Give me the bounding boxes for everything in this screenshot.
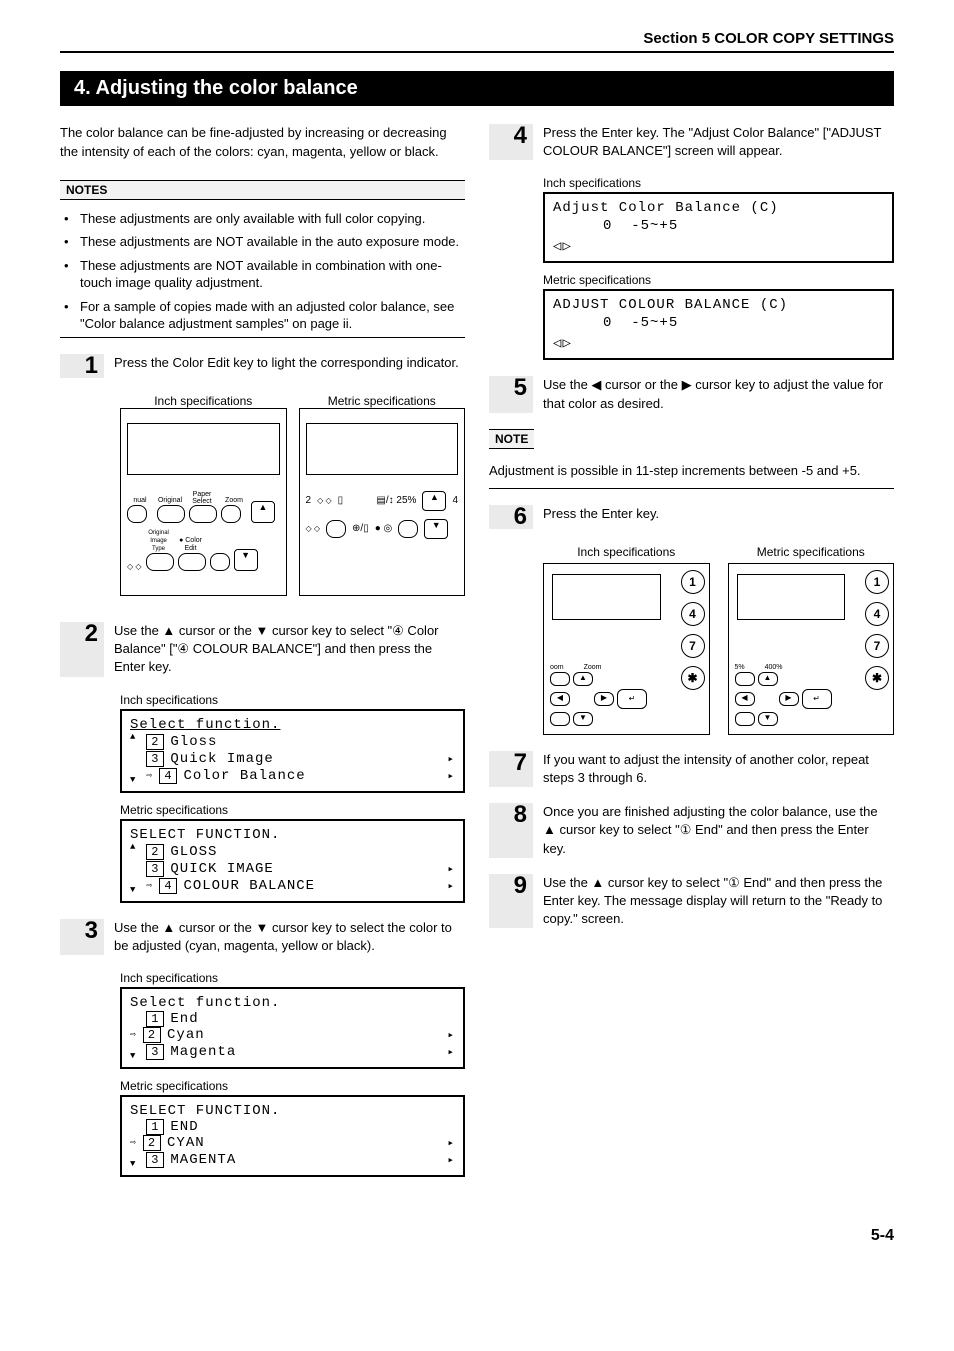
spec-label: Inch specifications bbox=[543, 545, 710, 559]
note-text: Adjustment is possible in 11-step increm… bbox=[489, 457, 894, 489]
note-heading: NOTE bbox=[489, 429, 534, 449]
keypad-4-icon: 4 bbox=[865, 602, 889, 626]
page-number: 5-4 bbox=[60, 1227, 894, 1245]
lcd-screen: SELECT FUNCTION. 1 END ⇨2 CYAN▸ ▼3 MAGEN… bbox=[120, 1095, 465, 1177]
step-text: Use the ▲ cursor key to select "① End" a… bbox=[543, 874, 894, 929]
control-panel-diagram: 1 4 7 ✱ oomZoom ▲ ◀▶↵ ▼ bbox=[543, 563, 710, 735]
note-item: These adjustments are NOT available in c… bbox=[74, 255, 465, 296]
step-text: If you want to adjust the intensity of a… bbox=[543, 751, 894, 787]
step-number: 4 bbox=[514, 122, 527, 149]
step-number: 5 bbox=[514, 374, 527, 401]
section-header: Section 5 COLOR COPY SETTINGS bbox=[60, 30, 894, 53]
keypad-7-icon: 7 bbox=[865, 634, 889, 658]
step-text: Press the Color Edit key to light the co… bbox=[114, 354, 465, 378]
step-number: 7 bbox=[514, 749, 527, 776]
note-item: These adjustments are NOT available in t… bbox=[74, 231, 465, 255]
lcd-screen: SELECT FUNCTION. ▲ 2 GLOSS 3 QUICK IMAGE… bbox=[120, 819, 465, 903]
step-text: Press the Enter key. bbox=[543, 505, 894, 529]
step-text: Use the ▲ cursor or the ▼ cursor key to … bbox=[114, 622, 465, 677]
spec-label: Inch specifications bbox=[120, 693, 465, 707]
spec-label: Metric specifications bbox=[120, 1079, 465, 1093]
step-number: 2 bbox=[85, 620, 98, 647]
control-panel-diagram: 2◇ ◇ ▯ ▤/↕ 25% ▲ 4 ◇ ◇ ⊕/▯ ● ◎ ▼ bbox=[299, 408, 466, 596]
keypad-1-icon: 1 bbox=[865, 570, 889, 594]
spec-label: Inch specifications bbox=[120, 394, 287, 408]
step-number: 9 bbox=[514, 872, 527, 899]
step-text: Use the ◀ cursor or the ▶ cursor key to … bbox=[543, 376, 894, 412]
note-item: For a sample of copies made with an adju… bbox=[74, 296, 465, 337]
lcd-screen: ADJUST COLOUR BALANCE (C) 0 -5~+5 ◁▷ bbox=[543, 289, 894, 360]
notes-heading: NOTES bbox=[60, 180, 465, 200]
step-text: Use the ▲ cursor or the ▼ cursor key to … bbox=[114, 919, 465, 955]
spec-label: Inch specifications bbox=[543, 176, 894, 190]
lcd-screen: Adjust Color Balance (C) 0 -5~+5 ◁▷ bbox=[543, 192, 894, 263]
step-number: 6 bbox=[514, 503, 527, 530]
spec-label: Metric specifications bbox=[728, 545, 895, 559]
step-number: 3 bbox=[85, 917, 98, 944]
keypad-star-icon: ✱ bbox=[865, 666, 889, 690]
spec-label: Metric specifications bbox=[543, 273, 894, 287]
keypad-4-icon: 4 bbox=[681, 602, 705, 626]
step-text: Once you are finished adjusting the colo… bbox=[543, 803, 894, 858]
page-title: 4. Adjusting the color balance bbox=[60, 71, 894, 106]
lcd-screen: Select function. 1 End ⇨2 Cyan▸ ▼3 Magen… bbox=[120, 987, 465, 1069]
note-item: These adjustments are only available wit… bbox=[74, 208, 465, 232]
enter-key-icon: ↵ bbox=[802, 689, 832, 709]
keypad-7-icon: 7 bbox=[681, 634, 705, 658]
step-number: 1 bbox=[85, 352, 98, 379]
keypad-1-icon: 1 bbox=[681, 570, 705, 594]
spec-label: Inch specifications bbox=[120, 971, 465, 985]
intro-text: The color balance can be fine-adjusted b… bbox=[60, 124, 465, 162]
control-panel-diagram: nual Original Paper Select Zoom ▲ ◇ ◇ Or… bbox=[120, 408, 287, 596]
spec-label: Metric specifications bbox=[120, 803, 465, 817]
lcd-screen: Select function. ▲ 2 Gloss 3 Quick Image… bbox=[120, 709, 465, 793]
enter-key-icon: ↵ bbox=[617, 689, 647, 709]
spec-label: Metric specifications bbox=[299, 394, 466, 408]
step-number: 8 bbox=[514, 801, 527, 828]
keypad-star-icon: ✱ bbox=[681, 666, 705, 690]
control-panel-diagram: 1 4 7 ✱ 5%400% ▲ ◀▶↵ ▼ bbox=[728, 563, 895, 735]
step-text: Press the Enter key. The "Adjust Color B… bbox=[543, 124, 894, 160]
